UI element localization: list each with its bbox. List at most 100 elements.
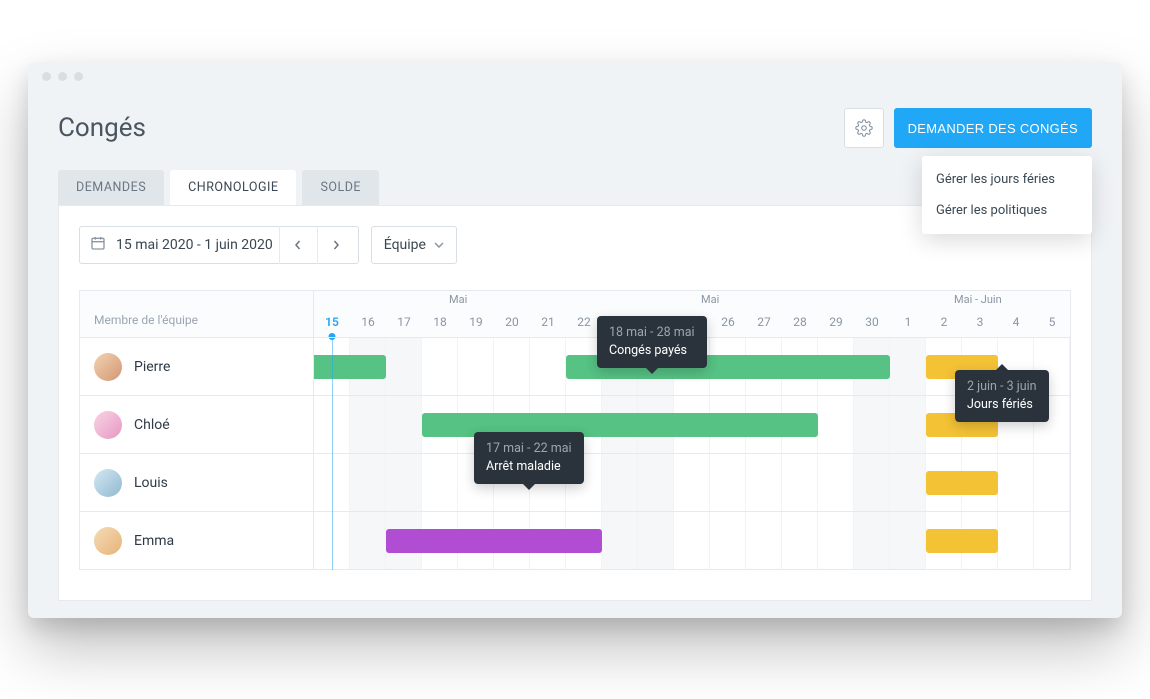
timeline-row: Pierre: [80, 337, 1070, 395]
member-cell: Louis: [80, 454, 314, 511]
grid-cell: [386, 454, 422, 511]
timeline-panel: 15 mai 2020 - 1 juin 2020 Équipe: [58, 205, 1092, 601]
day-header-cell: 15: [314, 309, 350, 337]
gear-icon: [855, 119, 873, 137]
grid-cell: [350, 396, 386, 453]
grid-cell: [710, 512, 746, 569]
grid-cell: [710, 454, 746, 511]
tooltip-jours-feries: 2 juin - 3 juin Jours fériés: [955, 370, 1049, 422]
avatar: [94, 411, 122, 439]
grid-cell: [422, 338, 458, 395]
member-cell: Emma: [80, 512, 314, 569]
day-header-cell: 5: [1034, 309, 1070, 337]
day-header-cell: 20: [494, 309, 530, 337]
titlebar: [28, 62, 1122, 90]
timeline: Membre de l'équipe Mai Mai Mai - Juin 15…: [79, 290, 1071, 570]
tooltip-label: Congés payés: [609, 342, 695, 360]
member-name: Chloé: [134, 417, 170, 433]
day-header-cell: 28: [782, 309, 818, 337]
grid-cell: [1034, 512, 1070, 569]
avatar: [94, 469, 122, 497]
tab-chronologie[interactable]: CHRONOLOGIE: [170, 170, 296, 205]
grid-cell: [746, 512, 782, 569]
team-select[interactable]: Équipe: [371, 226, 457, 264]
leave-bar[interactable]: [926, 529, 998, 553]
grid-cell: [350, 512, 386, 569]
column-header-member: Membre de l'équipe: [80, 291, 314, 337]
grid-cell: [674, 454, 710, 511]
member-name: Pierre: [134, 359, 170, 375]
leave-bar[interactable]: [314, 355, 386, 379]
grid-cell: [674, 512, 710, 569]
request-leave-button[interactable]: DEMANDER DES CONGÉS: [894, 108, 1092, 148]
day-header-cell: 18: [422, 309, 458, 337]
grid-cell: [998, 454, 1034, 511]
grid-cell: [602, 512, 638, 569]
tooltip-date: 18 mai - 28 mai: [609, 324, 695, 342]
day-header-cell: 26: [710, 309, 746, 337]
grid-cell: [998, 512, 1034, 569]
grid-cell: [638, 454, 674, 511]
grid-cell: [890, 454, 926, 511]
window-dot: [74, 72, 83, 81]
day-header-cell: 27: [746, 309, 782, 337]
grid-cell: [782, 512, 818, 569]
grid-cell: [530, 338, 566, 395]
date-range-picker[interactable]: 15 mai 2020 - 1 juin 2020: [79, 226, 359, 264]
window-dot: [42, 72, 51, 81]
chevron-left-icon: [293, 240, 303, 250]
grid-cell: [602, 454, 638, 511]
grid-cell: [422, 454, 458, 511]
prev-range-button[interactable]: [279, 226, 317, 264]
tooltip-label: Arrêt maladie: [486, 458, 572, 476]
month-label: Mai: [449, 293, 467, 306]
month-label: Mai - Juin: [954, 293, 1002, 306]
avatar: [94, 353, 122, 381]
leave-bar[interactable]: [386, 529, 602, 553]
day-header-cell: 30: [854, 309, 890, 337]
grid-cell: [818, 396, 854, 453]
grid-cell: [782, 454, 818, 511]
timeline-row: Emma: [80, 511, 1070, 569]
tooltip-date: 17 mai - 22 mai: [486, 440, 572, 458]
grid-cell: [818, 512, 854, 569]
settings-dropdown: Gérer les jours féries Gérer les politiq…: [922, 156, 1092, 234]
timeline-grid: [314, 454, 1070, 511]
tab-demandes[interactable]: DEMANDES: [58, 170, 164, 205]
tab-solde[interactable]: SOLDE: [302, 170, 379, 205]
grid-cell: [890, 512, 926, 569]
page-title: Congés: [58, 113, 146, 143]
day-header-cell: 21: [530, 309, 566, 337]
menu-item-policies[interactable]: Gérer les politiques: [922, 195, 1092, 226]
menu-item-holidays[interactable]: Gérer les jours féries: [922, 164, 1092, 195]
grid-cell: [746, 454, 782, 511]
leave-bar[interactable]: [926, 471, 998, 495]
app-window: Congés DEMANDER DES CONGÉS Gérer les jou…: [28, 62, 1122, 618]
day-header-cell: 3: [962, 309, 998, 337]
grid-cell: [458, 338, 494, 395]
day-header-cell: 2: [926, 309, 962, 337]
grid-cell: [854, 454, 890, 511]
grid-cell: [1034, 454, 1070, 511]
tooltip-conges-payes: 18 mai - 28 mai Congés payés: [597, 316, 707, 368]
team-select-label: Équipe: [384, 237, 426, 253]
settings-button[interactable]: [844, 108, 884, 148]
date-range-label: 15 mai 2020 - 1 juin 2020: [116, 237, 273, 253]
day-header-cell: 29: [818, 309, 854, 337]
grid-cell: [818, 454, 854, 511]
grid-cell: [494, 338, 530, 395]
calendar-icon: [90, 235, 106, 255]
grid-cell: [386, 338, 422, 395]
grid-cell: [638, 512, 674, 569]
member-name: Emma: [134, 533, 174, 549]
tooltip-label: Jours fériés: [967, 396, 1037, 414]
tooltip-date: 2 juin - 3 juin: [967, 378, 1037, 396]
month-label: Mai: [701, 293, 719, 306]
avatar: [94, 527, 122, 555]
next-range-button[interactable]: [317, 226, 355, 264]
chevron-right-icon: [331, 240, 341, 250]
day-header-cell: 17: [386, 309, 422, 337]
timeline-grid: [314, 512, 1070, 569]
window-dot: [58, 72, 67, 81]
day-header-cell: 1: [890, 309, 926, 337]
